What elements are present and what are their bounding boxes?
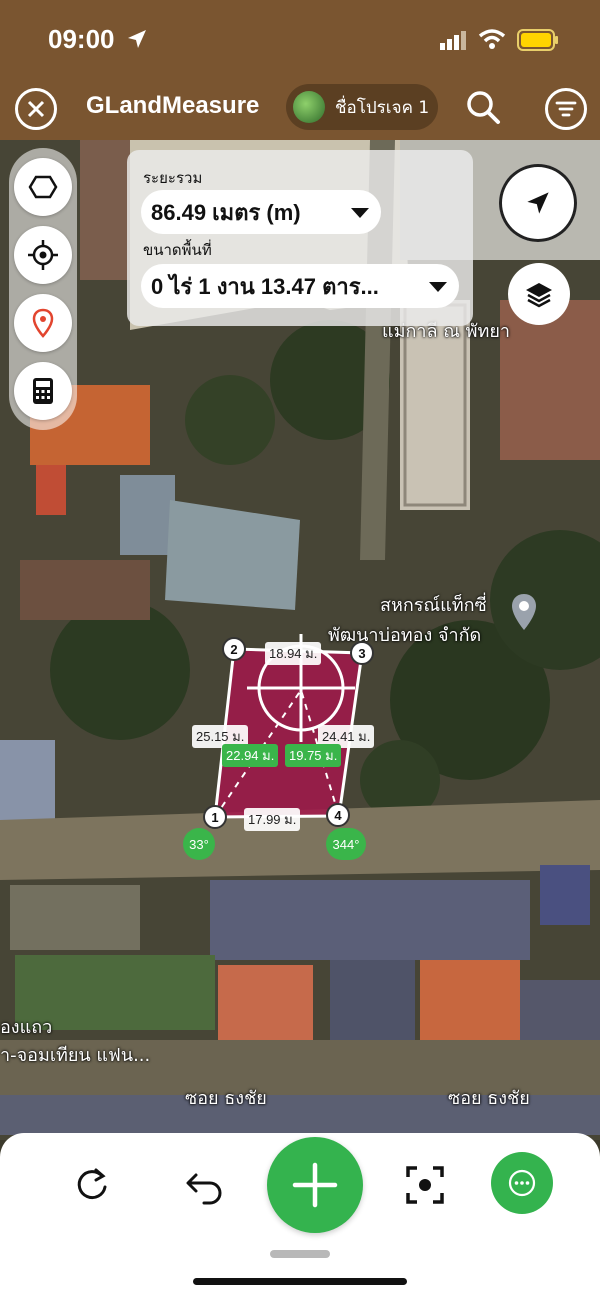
battery-icon [517,29,559,55]
drag-handle[interactable] [270,1250,330,1258]
map-place-label: า-จอมเทียน แฟน... [0,1045,151,1066]
more-icon [508,1169,536,1197]
add-point-button[interactable] [267,1137,363,1233]
area-unit-select[interactable]: 0 ไร่ 1 งาน 13.47 ตาร... [141,264,459,308]
project-thumbnail [293,91,325,123]
vertex-marker[interactable]: 3 [350,641,374,665]
chevron-down-icon [429,282,447,292]
menu-button[interactable] [545,88,587,130]
left-toolbar [9,148,77,430]
search-button[interactable] [463,88,503,132]
calculator-icon [33,378,53,404]
crosshair-icon [28,240,58,270]
home-indicator [193,1278,407,1285]
signal-icon [440,30,468,54]
road-label: ซอย ธงชัย [448,1088,530,1109]
redo-button[interactable] [64,1157,120,1213]
locate-tool-button[interactable] [14,226,72,284]
focus-button[interactable] [397,1157,453,1213]
pin-icon [32,308,54,338]
angle-badge: 344° [326,828,366,860]
polygon-tool-button[interactable] [14,158,72,216]
add-icon [292,1162,338,1208]
search-icon [467,91,500,124]
pin-tool-button[interactable] [14,294,72,352]
total-distance-value: 86.49 เมตร (m) [151,199,301,225]
total-distance-label: ระยะรวม [143,169,203,187]
close-button[interactable] [15,88,57,130]
vertex-marker[interactable]: 1 [203,805,227,829]
close-icon [27,100,45,118]
map-place-label: สหกรณ์แท็กซี่ [380,595,487,616]
map-place-label: พัฒนาบ่อทอง จำกัด [328,625,482,646]
undo-button[interactable] [177,1157,233,1213]
layers-button[interactable] [508,263,570,325]
status-time: 09:00 [48,24,115,54]
project-selector[interactable]: ชื่อโปรเจค 1 [286,84,438,130]
area-label: ขนาดพื้นที่ [143,241,212,259]
calculator-tool-button[interactable] [14,362,72,420]
wifi-icon [478,28,506,54]
more-button[interactable] [491,1152,553,1214]
area-value: 0 ไร่ 1 งาน 13.47 ตาร... [151,273,379,299]
project-name: ชื่อโปรเจค 1 [335,97,430,118]
location-arrow-icon [126,28,148,54]
measure-bottom-label: 17.99 ม. [244,808,301,831]
focus-icon [406,1166,444,1204]
angle-badge: 33° [183,828,215,860]
chevron-down-icon [351,208,369,218]
layers-icon [526,283,552,308]
measure-diag-left-label: 22.94 ม. [222,744,279,767]
distance-unit-select[interactable]: 86.49 เมตร (m) [141,190,381,234]
undo-icon [186,1173,222,1205]
measure-diag-right-label: 19.75 ม. [285,744,342,767]
navigation-arrow-icon [527,192,549,214]
refresh-icon [77,1168,107,1200]
vertex-marker[interactable]: 2 [222,637,246,661]
vertex-marker[interactable]: 4 [326,803,350,827]
map-place-label: องแถว [0,1017,53,1038]
polygon-icon [28,175,58,199]
road-label: ซอย ธงชัย [185,1088,267,1109]
measurement-info-panel: ระยะรวม 86.49 เมตร (m) ขนาดพื้นที่ 0 ไร่… [127,150,473,326]
app-title: GLandMeasure [86,92,260,119]
menu-icon [555,101,577,117]
place-pin-icon[interactable] [510,592,538,636]
measure-top-label: 18.94 ม. [265,642,322,665]
navigate-button[interactable] [499,164,577,242]
